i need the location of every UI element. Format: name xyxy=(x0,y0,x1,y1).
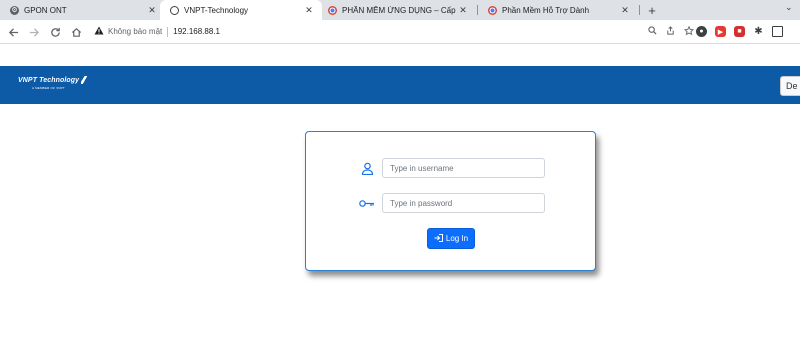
user-icon xyxy=(358,161,376,175)
forward-icon[interactable] xyxy=(26,24,42,40)
extension-gear-icon[interactable]: ● xyxy=(696,26,707,37)
login-button-label: Log In xyxy=(445,234,469,243)
close-icon[interactable]: ✕ xyxy=(456,5,470,16)
vnpt-technology-logo[interactable]: VNPT Technology A MEMBER OF VNPT xyxy=(18,76,89,90)
side-panel-icon[interactable] xyxy=(772,26,783,37)
login-button[interactable]: Log In xyxy=(427,228,475,249)
chrome-icon xyxy=(488,5,497,15)
extension-record-icon[interactable]: ▶ xyxy=(715,26,726,37)
password-input[interactable] xyxy=(382,193,545,213)
chrome-icon xyxy=(328,5,337,15)
share-icon[interactable] xyxy=(666,26,675,37)
extensions-bar: ● ▶ ■ ✱ xyxy=(696,26,783,37)
home-icon[interactable] xyxy=(68,24,84,40)
puzzle-icon[interactable]: ✱ xyxy=(753,26,764,37)
tab-title: PHẦN MỀM ỨNG DỤNG – Cấp C xyxy=(342,5,456,15)
login-card: Log In xyxy=(305,131,596,271)
security-label[interactable]: Không bảo mật xyxy=(108,27,162,36)
close-icon[interactable]: ✕ xyxy=(145,5,159,16)
password-row xyxy=(358,193,545,213)
tab-strip: ⚙ GPON ONT ✕ VNPT-Technology ✕ PHẦN MỀM … xyxy=(0,0,800,20)
username-input[interactable] xyxy=(382,158,545,178)
sign-in-icon xyxy=(434,233,443,244)
extension-stop-icon[interactable]: ■ xyxy=(734,26,745,37)
url-text[interactable]: 192.168.88.1 xyxy=(173,27,220,36)
star-icon[interactable] xyxy=(683,25,695,38)
brand-tagline: A MEMBER OF VNPT xyxy=(32,86,65,90)
address-actions xyxy=(648,22,695,41)
tab-title: Phần Mềm Hỗ Trợ Dành xyxy=(502,5,590,15)
tab-divider xyxy=(639,5,640,15)
tab-gpon-ont[interactable]: ⚙ GPON ONT ✕ xyxy=(0,0,165,20)
reload-icon[interactable] xyxy=(47,24,63,40)
close-icon[interactable]: ✕ xyxy=(302,5,316,16)
page-header: VNPT Technology A MEMBER OF VNPT De xyxy=(0,66,800,104)
address-bar[interactable]: Không bảo mật 192.168.88.1 xyxy=(94,22,695,41)
new-tab-button[interactable]: + xyxy=(644,0,660,20)
close-icon[interactable]: ✕ xyxy=(618,5,632,16)
tab-vnpt-technology[interactable]: VNPT-Technology ✕ xyxy=(160,0,322,20)
tab-title: GPON ONT xyxy=(24,5,67,15)
address-divider xyxy=(167,26,169,37)
logo-slash-icon xyxy=(81,76,89,84)
language-button[interactable]: De xyxy=(780,76,800,96)
globe-icon xyxy=(170,5,179,15)
zoom-icon[interactable] xyxy=(648,26,657,37)
tab-search-icon[interactable]: ⌄ xyxy=(785,2,793,13)
tab-title: VNPT-Technology xyxy=(184,5,249,15)
tab-phan-mem-ung-dung[interactable]: PHẦN MỀM ỨNG DỤNG – Cấp C ✕ xyxy=(318,0,476,20)
tab-phan-mem-ho-tro[interactable]: Phần Mềm Hỗ Trợ Dành ✕ xyxy=(478,0,638,20)
browser-toolbar: Không bảo mật 192.168.88.1 ● ▶ ■ ✱ xyxy=(0,20,800,44)
globe-gear-icon: ⚙ xyxy=(10,5,19,15)
key-icon xyxy=(358,196,376,210)
username-row xyxy=(358,158,545,178)
warning-icon[interactable] xyxy=(94,26,104,37)
brand-name: VNPT Technology xyxy=(18,76,80,84)
back-icon[interactable] xyxy=(5,24,21,40)
